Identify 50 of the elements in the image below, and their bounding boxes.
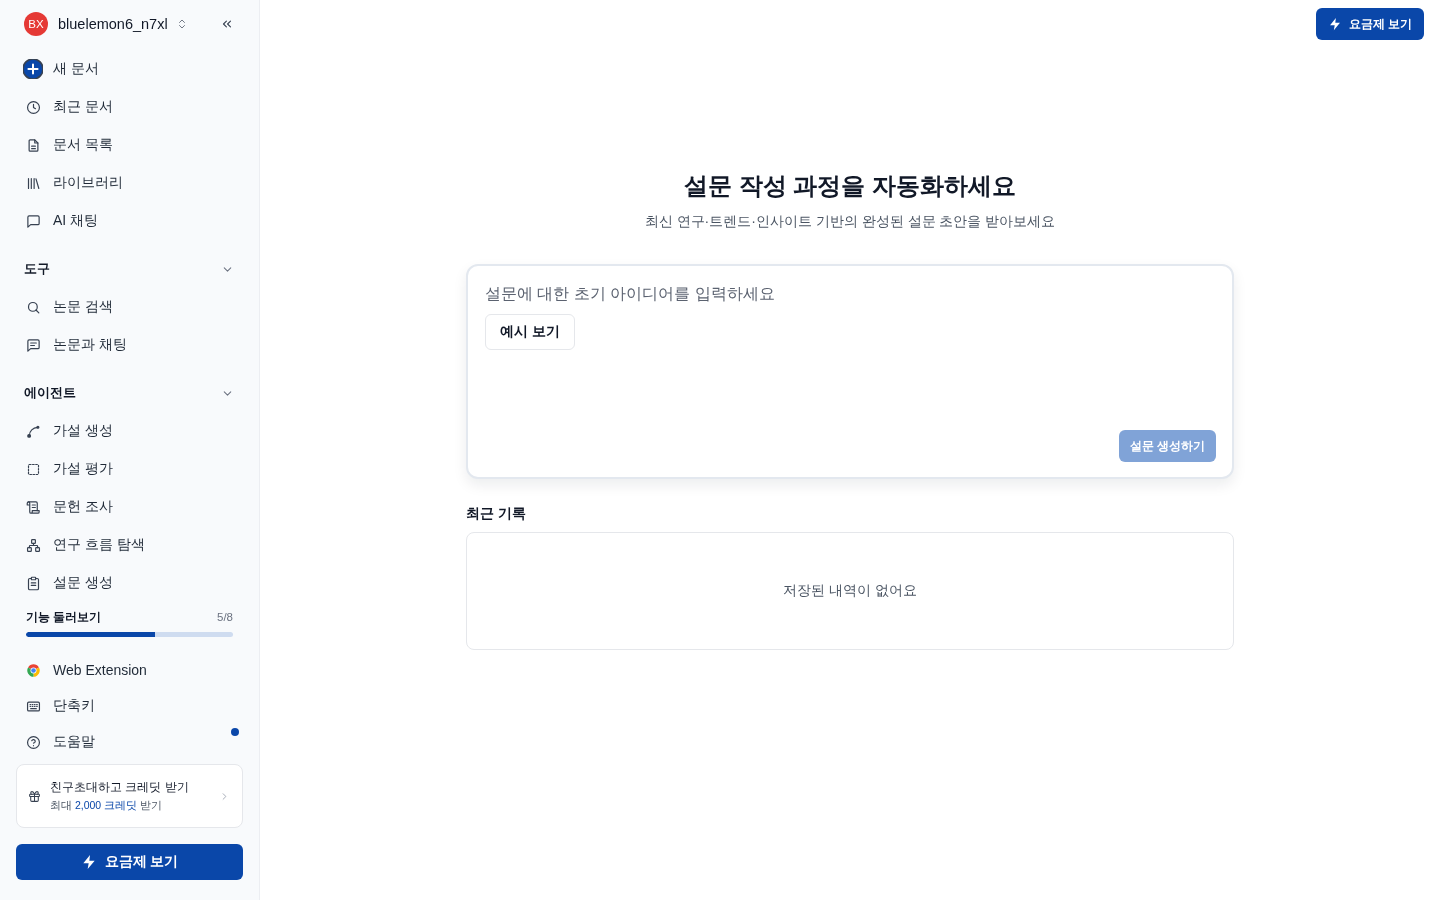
idea-input[interactable]: 설문에 대한 초기 아이디어를 입력하세요 — [485, 282, 1216, 306]
clock-icon — [26, 99, 41, 115]
sidebar-item[interactable]: AI 채팅 — [16, 202, 243, 240]
sidebar-item[interactable]: 가설 생성 — [16, 412, 243, 450]
upgrade-button[interactable]: 요금제 보기 — [16, 844, 243, 880]
sidebar-item[interactable]: 논문 검색 — [16, 288, 243, 326]
sidebar-item[interactable]: 논문과 채팅 — [16, 326, 243, 364]
sidebar-item[interactable]: 단축키 — [16, 688, 243, 724]
clipboard-icon — [26, 575, 41, 591]
section-toggle[interactable]: 에이전트 — [16, 374, 243, 412]
sidebar-item[interactable]: 문헌 조사 — [16, 488, 243, 526]
chat-bubble-icon — [26, 213, 41, 229]
invite-title: 친구초대하고 크레딧 받기 — [50, 779, 189, 796]
search-icon — [26, 299, 41, 315]
gift-icon — [28, 789, 41, 803]
section-title: 최근 기록 — [466, 504, 527, 523]
browser-logo-icon — [26, 662, 41, 678]
chat-text-icon — [26, 337, 41, 353]
sidebar-item[interactable]: 라이브러리 — [16, 164, 243, 202]
library-icon — [26, 175, 41, 191]
upgrade-button[interactable]: 요금제 보기 — [1315, 8, 1424, 40]
example-button[interactable]: 예시 보기 — [485, 314, 575, 350]
sidebar-item[interactable]: Web Extension — [16, 652, 243, 688]
sidebar-item[interactable]: 새 문서 — [16, 50, 243, 88]
help-icon — [26, 734, 41, 750]
section-toggle[interactable]: 도구 — [16, 250, 243, 288]
curve-icon — [26, 423, 41, 439]
sidebar-item[interactable]: 도움말 — [16, 724, 243, 760]
page-subtitle: 최신 연구·트렌드·인사이트 기반의 완성된 설문 초안을 받아보세요 — [643, 212, 1057, 231]
tour-label: 기능 둘러보기 — [26, 608, 102, 626]
account-switcher[interactable]: BX bluelemon6_n7xl — [24, 12, 188, 36]
collapse-sidebar-button[interactable] — [220, 17, 234, 31]
hierarchy-icon — [26, 537, 41, 553]
invite-card[interactable]: 친구초대하고 크레딧 받기 최대 2,000 크레딧 받기 — [16, 764, 243, 828]
document-icon — [26, 137, 41, 153]
sidebar-item[interactable]: 문서 목록 — [16, 126, 243, 164]
scroll-icon — [26, 499, 41, 515]
double-chevron-left-icon — [220, 17, 234, 31]
sidebar-item[interactable]: 연구 흐름 탐색 — [16, 526, 243, 564]
keyboard-icon — [26, 698, 41, 714]
page-title: 설문 작성 과정을 자동화하세요 — [683, 171, 1017, 201]
avatar: BX — [24, 12, 48, 36]
invite-subtitle: 최대 2,000 크레딧 받기 — [50, 799, 164, 813]
tour-count: 5/8 — [217, 611, 233, 623]
account-name: bluelemon6_n7xl — [58, 16, 168, 32]
empty-state-message: 저장된 내역이 없어요 — [783, 582, 917, 600]
sidebar-item[interactable]: 최근 문서 — [16, 88, 243, 126]
sidebar-item[interactable]: 설문 생성 — [16, 564, 243, 602]
sidebar-item[interactable]: 가설 평가 — [16, 450, 243, 488]
dashed-square-icon — [26, 461, 41, 477]
